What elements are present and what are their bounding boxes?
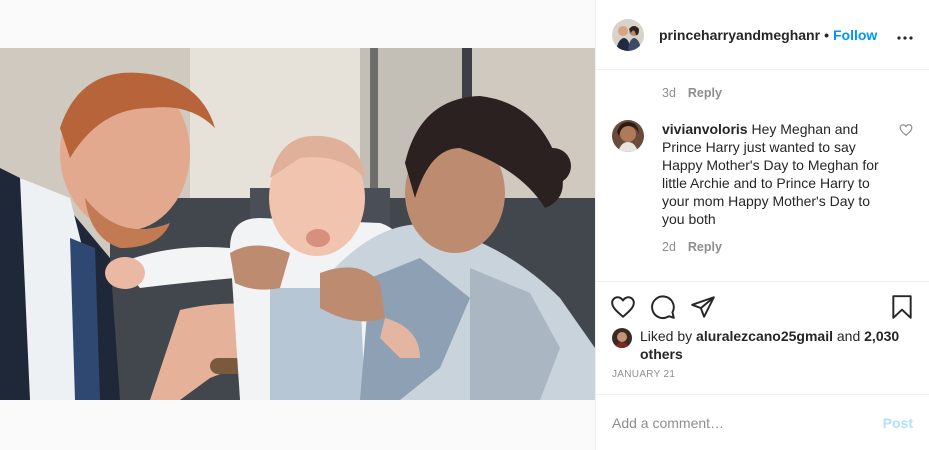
family-photo-image <box>0 48 595 400</box>
comment-item: vivianvoloris Hey Meghan and Prince Harr… <box>612 120 913 228</box>
likes-text: Liked by aluralezcano25gmail and 2,030 o… <box>640 327 913 363</box>
comment-time: 2d <box>662 240 676 254</box>
comments-list: 3d Reply vivianvoloris Hey Meghan and Pr… <box>596 70 929 281</box>
post-sidebar: princeharryandmeghanr • Follow 3d Reply <box>595 0 929 450</box>
commenter-avatar-image <box>612 120 644 152</box>
comment-meta: 3d Reply <box>612 70 913 100</box>
likes-prefix: Liked by <box>640 328 693 344</box>
post-header: princeharryandmeghanr • Follow <box>596 0 929 70</box>
commenter-avatar[interactable] <box>612 120 644 152</box>
author-avatar-image <box>612 18 644 51</box>
author-username[interactable]: princeharryandmeghanr <box>659 27 820 43</box>
liker-avatar[interactable] <box>612 328 632 348</box>
comment-icon[interactable] <box>650 294 676 320</box>
more-dots-icon <box>897 36 913 40</box>
add-comment-bar: Post <box>596 394 929 450</box>
more-options-icon[interactable] <box>897 24 913 45</box>
like-comment-heart-icon[interactable] <box>899 123 913 137</box>
author-avatar[interactable] <box>612 18 644 51</box>
comment-time: 3d <box>662 86 676 100</box>
comment-meta: 2d Reply <box>612 228 913 254</box>
comment-body: vivianvoloris Hey Meghan and Prince Harr… <box>662 120 889 228</box>
photo-area <box>0 0 595 450</box>
post-date[interactable]: JANUARY 21 <box>596 363 929 389</box>
heart-icon[interactable] <box>610 294 636 320</box>
post-comment-button[interactable]: Post <box>883 415 913 431</box>
likes-summary: Liked by aluralezcano25gmail and 2,030 o… <box>596 327 929 363</box>
liker-avatar-image <box>612 328 632 348</box>
post-photo[interactable] <box>0 48 595 400</box>
likes-joiner: and <box>836 328 861 344</box>
reply-button[interactable]: Reply <box>688 86 722 100</box>
comment-input[interactable] <box>612 414 883 431</box>
follow-button[interactable]: Follow <box>833 27 877 43</box>
bookmark-icon[interactable] <box>889 294 915 320</box>
liker-username[interactable]: aluralezcano25gmail <box>696 328 833 344</box>
comment-author[interactable]: vivianvoloris <box>662 121 748 137</box>
share-icon[interactable] <box>690 294 716 320</box>
header-separator: • <box>824 26 829 43</box>
reply-button[interactable]: Reply <box>688 240 722 254</box>
action-bar <box>596 281 929 331</box>
